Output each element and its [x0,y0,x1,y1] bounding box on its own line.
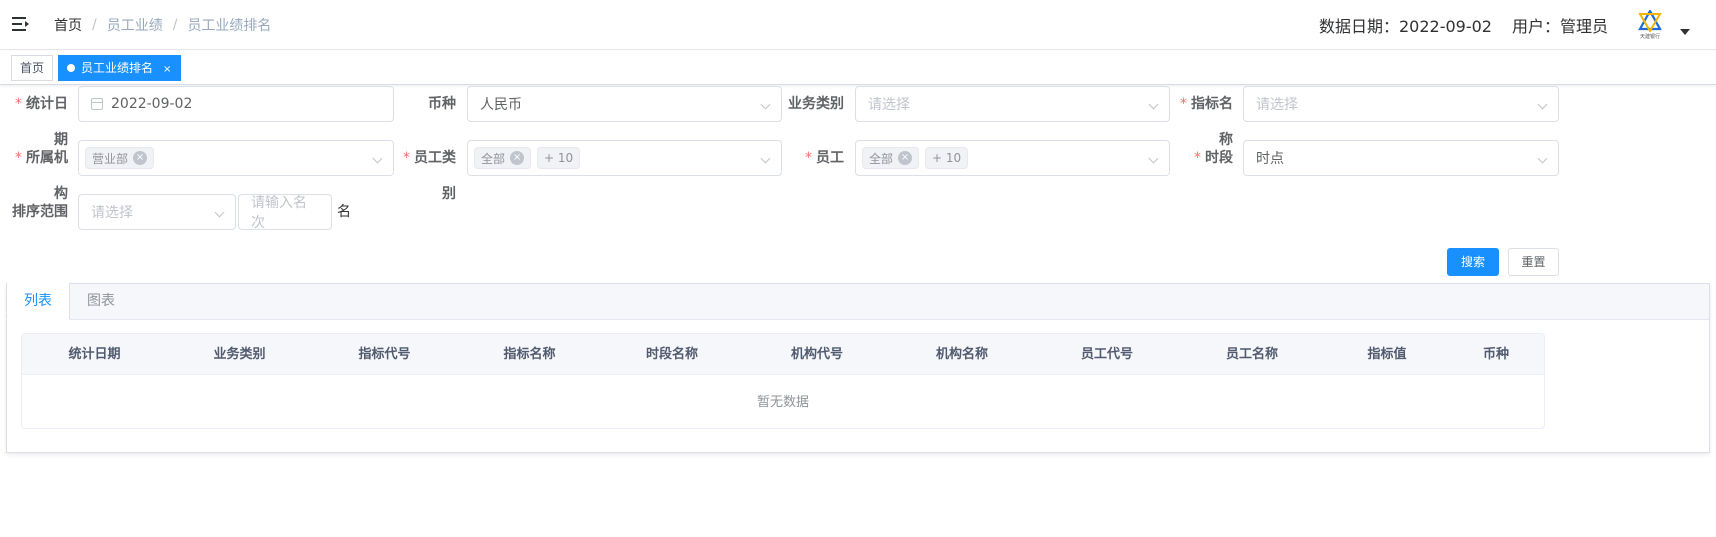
org-select[interactable]: 营业部 × [78,140,394,176]
rank-suffix: 名 [337,204,351,220]
chevron-down-icon [1148,153,1159,164]
chip-close-icon[interactable]: × [133,151,148,165]
table-empty-text: 暂无数据 [756,395,809,410]
tab-chart[interactable]: 图表 [69,283,133,320]
period-value: 时点 [1256,151,1284,167]
employee-more-chip: + 10 [925,147,969,169]
column-header[interactable]: 员工代号 [1032,334,1182,375]
period-label: * 时段 [1194,150,1233,166]
column-header[interactable]: 指标值 [1322,334,1452,375]
chip-close-icon[interactable]: × [898,151,913,165]
logo-caption: 天建银行 [1639,34,1660,40]
reset-button[interactable]: 重置 [1508,248,1559,276]
form-row-1: * 统计日期 2022-09-02 币种 人民币 业务类别 请选择 * 指标名称 请… [0,86,1716,148]
user-dropdown-caret-icon[interactable] [1680,29,1690,35]
bank-logo[interactable]: 天建银行 [1630,7,1670,43]
breadcrumb-separator: / [92,17,97,33]
user-text: 用户：管理员 [1511,17,1608,36]
business-type-label: 业务类别 [788,96,844,112]
tag-home[interactable]: 首页 [11,55,53,81]
column-header[interactable]: 指标名称 [457,334,602,375]
column-header[interactable]: 机构代号 [742,334,892,375]
tags-view: 首页 员工业绩排名 × [0,51,1716,85]
stat-date-value: 2022-09-02 [111,96,193,112]
rank-range-placeholder: 请选择 [91,205,133,221]
business-type-select[interactable]: 请选择 [855,86,1170,122]
active-dot-icon [67,63,75,72]
indicator-name-placeholder: 请选择 [1256,97,1298,113]
table-header: 统计日期 业务类别 指标代号 指标名称 时段名称 机构代号 机构名称 员工代号 … [22,334,1544,375]
employee-type-chip: 全部 × [474,147,532,169]
period-select[interactable]: 时点 [1243,140,1559,176]
search-button[interactable]: 搜索 [1447,248,1499,276]
breadcrumb-employee-performance[interactable]: 员工业绩 [107,15,163,35]
currency-select[interactable]: 人民币 [467,86,782,122]
chevron-down-icon [214,207,225,218]
column-header[interactable]: 统计日期 [22,334,167,375]
chevron-down-icon [1537,99,1548,110]
employee-select[interactable]: 全部 × + 10 [855,140,1170,176]
chevron-down-icon [760,153,771,164]
column-header[interactable]: 币种 [1452,334,1540,375]
stat-date-picker[interactable]: 2022-09-02 [78,86,394,122]
form-row-2: * 所属机构 营业部 × * 员工类别 全部 × + 10 * 员工 全部 × + 10 *… [0,140,1716,202]
org-chip: 营业部 × [85,147,155,169]
chevron-down-icon [1148,99,1159,110]
rank-range-label: 排序范围 [12,204,68,220]
currency-label: 币种 [428,96,456,112]
hamburger-menu-icon[interactable] [12,16,30,32]
breadcrumb: 首页 / 员工业绩 / 员工业绩排名 [54,15,271,35]
rank-range-select[interactable]: 请选择 [78,194,236,230]
tab-header: 列表 图表 [6,283,1709,320]
column-header[interactable]: 业务类别 [167,334,312,375]
header-right: 数据日期：2022-09-02 用户：管理员 天建银行 [1319,10,1690,40]
tab-list[interactable]: 列表 [6,283,70,320]
breadcrumb-home[interactable]: 首页 [54,15,82,35]
tag-label: 员工业绩排名 [81,61,154,75]
column-header[interactable]: 机构名称 [892,334,1032,375]
column-header[interactable]: 员工名称 [1182,334,1322,375]
result-tabs-card: 列表 图表 统计日期 业务类别 指标代号 指标名称 时段名称 机构代号 机构名称… [6,283,1710,453]
indicator-name-select[interactable]: 请选择 [1243,86,1559,122]
chip-close-icon[interactable]: × [510,151,525,165]
tag-close-icon[interactable]: × [163,64,171,75]
result-table: 统计日期 业务类别 指标代号 指标名称 时段名称 机构代号 机构名称 员工代号 … [21,333,1545,429]
employee-chip: 全部 × [862,147,920,169]
breadcrumb-current: 员工业绩排名 [187,18,272,34]
logo-star-icon [1638,10,1662,32]
top-navbar: 首页 / 员工业绩 / 员工业绩排名 数据日期：2022-09-02 用户：管理… [0,0,1716,50]
employee-type-label: * 员工类别 [403,150,456,202]
employee-type-more-chip: + 10 [537,147,581,169]
org-label: * 所属机构 [15,150,68,202]
tag-employee-ranking[interactable]: 员工业绩排名 × [58,55,181,81]
data-date-text: 数据日期：2022-09-02 [1318,17,1492,36]
form-row-3: 排序范围 请选择 请输入名次 名 [0,194,1716,231]
breadcrumb-separator: / [172,17,178,33]
column-header[interactable]: 时段名称 [602,334,742,375]
rank-count-input[interactable]: 请输入名次 [238,194,332,231]
employee-type-select[interactable]: 全部 × + 10 [467,140,782,176]
indicator-name-label: * 指标名称 [1180,96,1233,148]
business-type-placeholder: 请选择 [868,97,910,113]
stat-date-label: * 统计日期 [15,96,68,148]
chevron-down-icon [760,99,771,110]
employee-label: * 员工 [805,150,844,166]
rank-count-placeholder: 请输入名次 [251,195,307,231]
chevron-down-icon [1537,153,1548,164]
calendar-icon [91,98,103,110]
column-header[interactable]: 指标代号 [312,334,457,375]
currency-value: 人民币 [480,97,522,113]
chevron-down-icon [372,153,383,164]
